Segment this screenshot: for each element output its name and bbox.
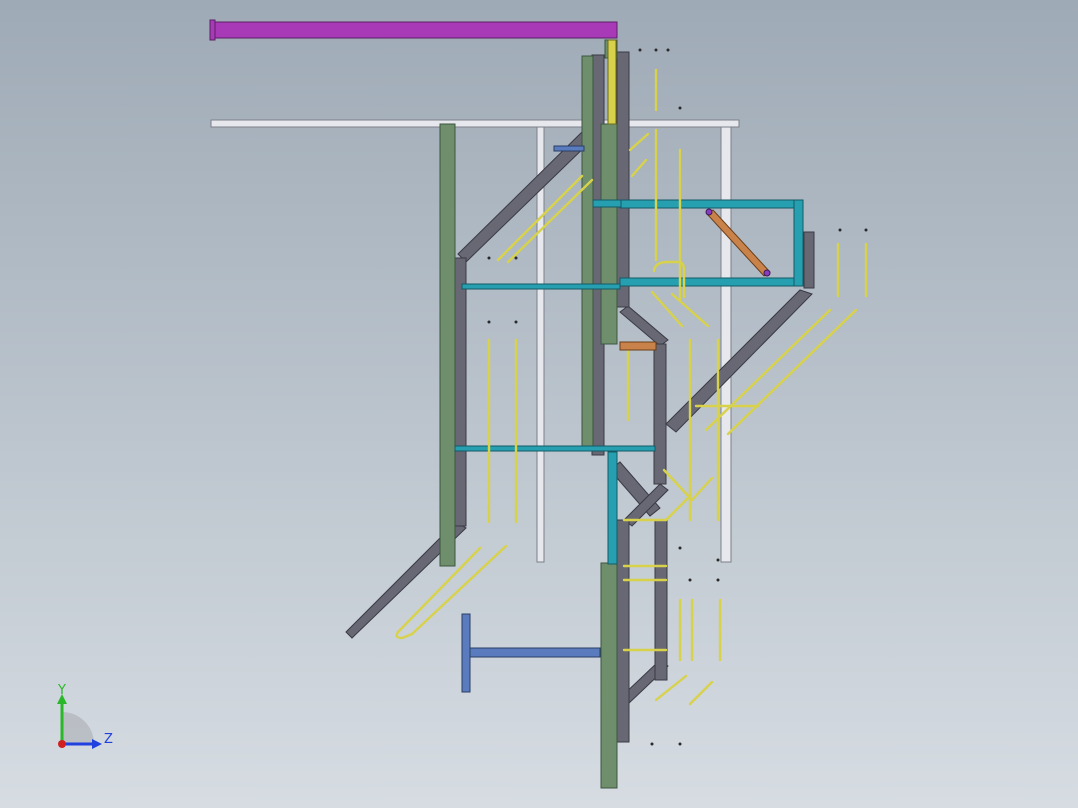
coordinate-triad-icon: Y Z [57,683,113,749]
steel-structure-model[interactable] [0,0,1078,808]
y-axis-label: Y [57,683,66,698]
purple-top-beam[interactable] [209,19,618,41]
x-axis-icon [58,740,66,748]
z-axis-label: Z [104,732,113,747]
triad-plane-icon [62,712,94,744]
yellow-top-post[interactable] [607,39,617,125]
cad-graphics-viewport[interactable]: Y Z [0,0,1078,808]
z-arrow-icon [92,739,102,749]
